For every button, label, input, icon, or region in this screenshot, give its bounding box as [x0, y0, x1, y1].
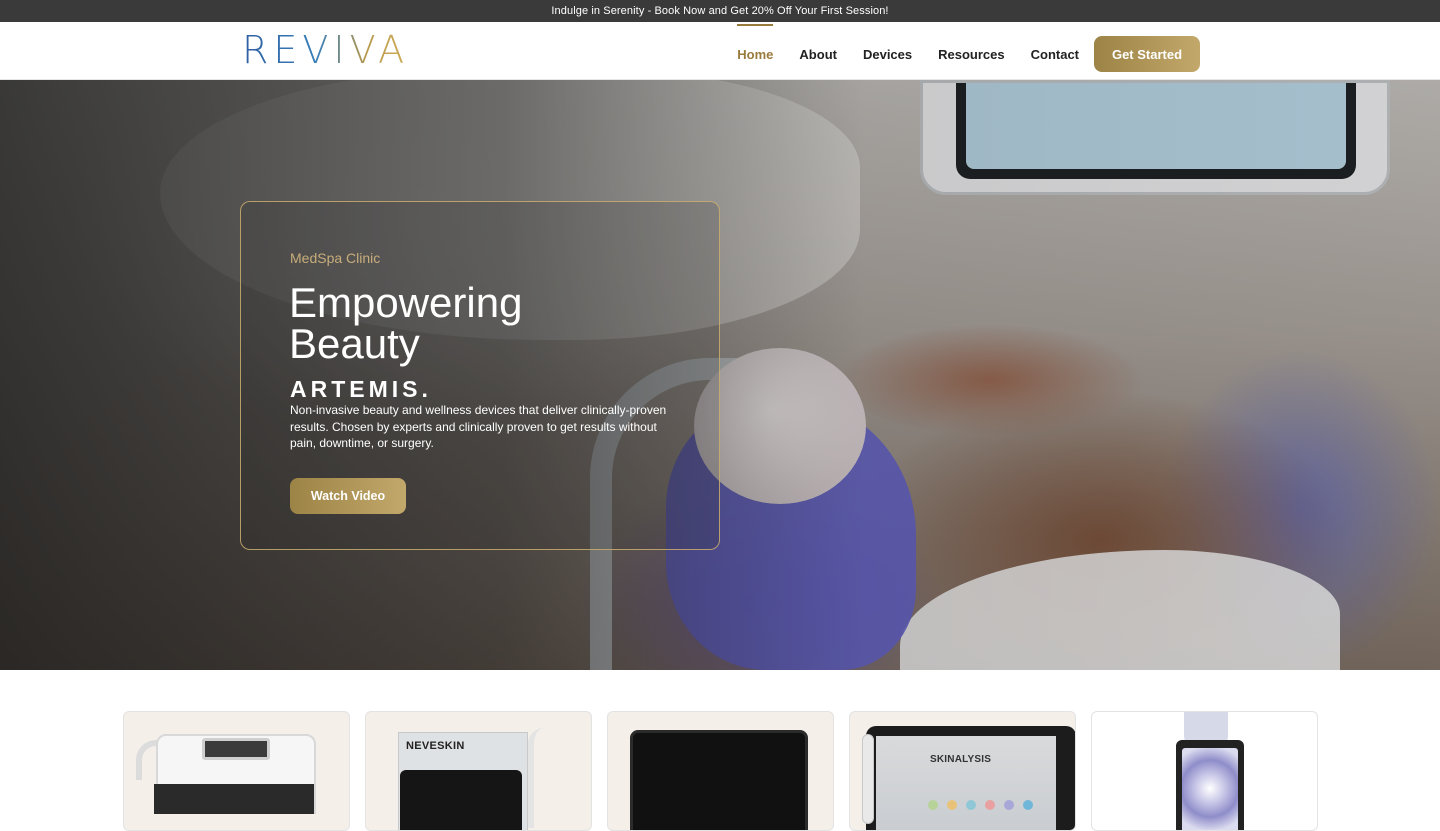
announcement-bar: Indulge in Serenity - Book Now and Get 2…: [0, 0, 1440, 22]
logo-text: REVIVA: [242, 28, 410, 72]
device-screen-icons: [928, 800, 1033, 810]
device-screen-image: [876, 736, 1056, 830]
devices-section: NEVESKIN SKINALYSIS: [0, 670, 1440, 831]
device-card-skinalysis[interactable]: SKINALYSIS: [849, 711, 1076, 831]
device-screen-image: [630, 730, 808, 830]
logo[interactable]: REVIVA: [242, 28, 410, 72]
device-pen-image: [862, 734, 874, 824]
hero-section: MedSpa Clinic Empowering Beauty ARTEMIS.…: [0, 80, 1440, 670]
get-started-button[interactable]: Get Started: [1094, 36, 1200, 72]
hero-description: Non-invasive beauty and wellness devices…: [290, 403, 667, 450]
device-screen-image: [1182, 748, 1238, 830]
device-handpiece-image: [528, 728, 588, 828]
device-card-neveskin[interactable]: NEVESKIN: [365, 711, 592, 831]
nav-item-resources[interactable]: Resources: [925, 36, 1017, 72]
nav-item-devices[interactable]: Devices: [850, 36, 925, 72]
hero-overlay: [0, 80, 1440, 670]
nav-item-contact[interactable]: Contact: [1018, 36, 1092, 72]
device-card-3[interactable]: [607, 711, 834, 831]
hero-kicker: MedSpa Clinic: [290, 250, 381, 266]
main-nav: Home About Devices Resources Contact Get…: [724, 24, 1200, 72]
watch-video-button[interactable]: Watch Video: [290, 478, 406, 514]
site-header: REVIVA Home About Devices Resources Cont…: [0, 22, 1440, 80]
announcement-text: Indulge in Serenity - Book Now and Get 2…: [551, 5, 889, 17]
device-card-1[interactable]: [123, 711, 350, 831]
nav-item-home[interactable]: Home: [724, 24, 786, 72]
device-screen-image: [400, 770, 522, 830]
hero-title: Empowering Beauty: [289, 279, 523, 367]
device-card-5[interactable]: [1091, 711, 1318, 831]
device-screen-image: [202, 738, 270, 760]
artemis-brand-logo: ARTEMIS.: [290, 376, 432, 402]
nav-item-about[interactable]: About: [786, 36, 850, 72]
hero-card: MedSpa Clinic Empowering Beauty ARTEMIS.…: [240, 201, 720, 550]
device-label: NEVESKIN: [406, 740, 465, 752]
device-label: SKINALYSIS: [930, 754, 992, 765]
